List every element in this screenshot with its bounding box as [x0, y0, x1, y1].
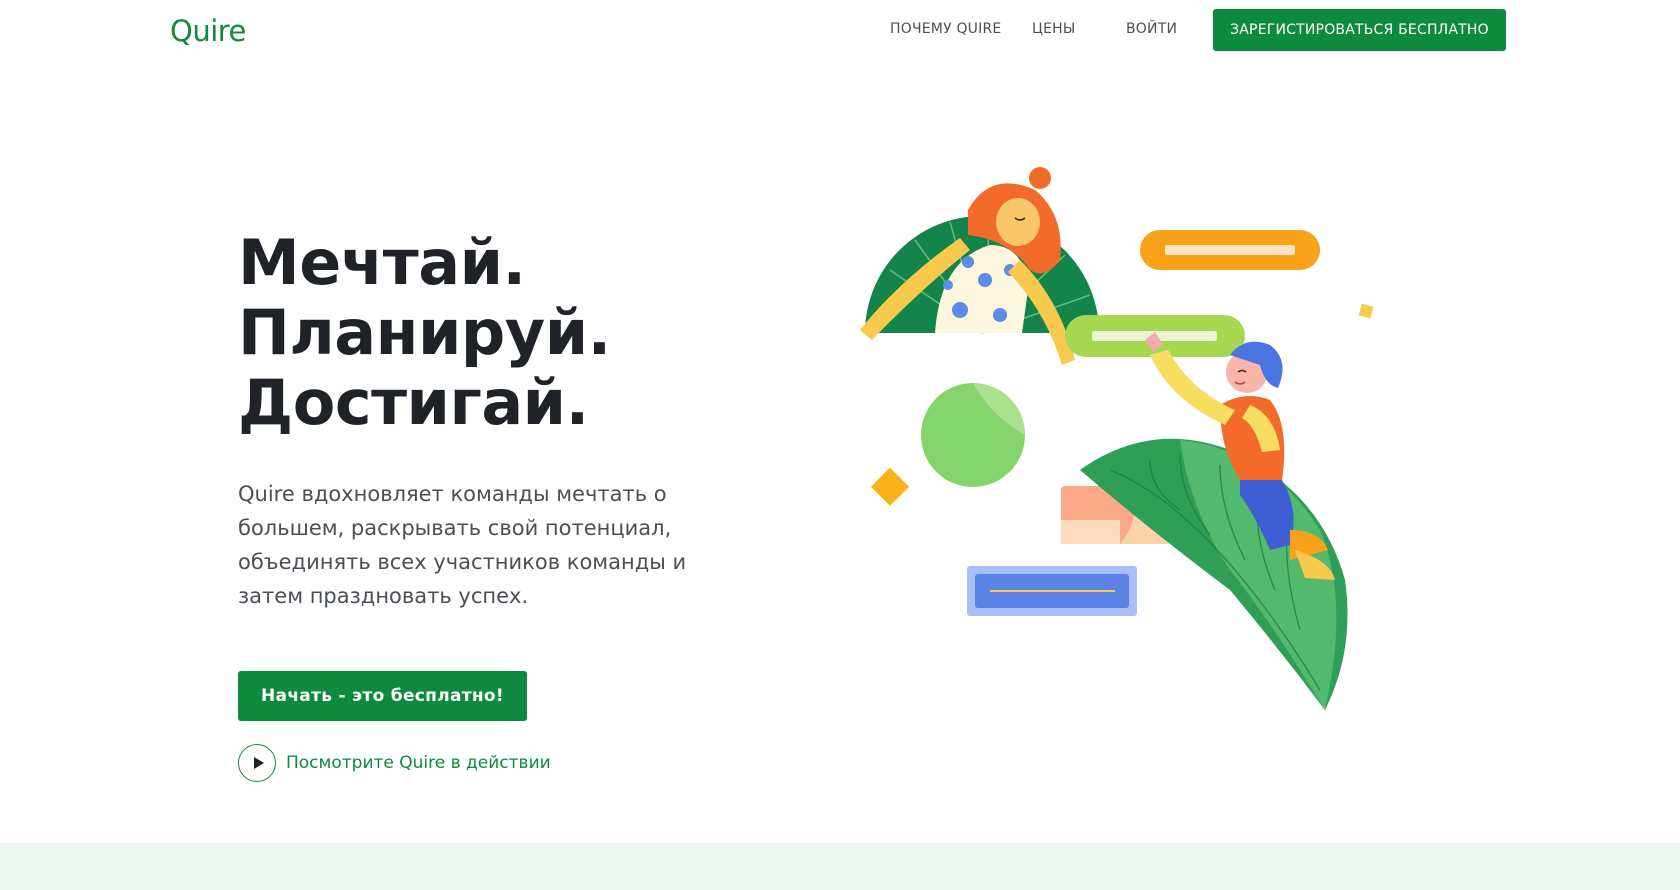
headline-line-achieve: Достигай. — [238, 366, 589, 439]
watch-video-label[interactable]: Посмотрите Quire в действии — [286, 753, 551, 773]
green-circle-shape — [921, 383, 1025, 487]
nav-link-why-quire[interactable]: ПОЧЕМУ QUIRE — [890, 21, 1001, 37]
headline-line-dream: Мечтай. — [238, 226, 526, 299]
play-icon[interactable] — [238, 744, 276, 782]
blue-task-bar — [967, 566, 1137, 616]
headline-line-plan: Планируй. — [238, 296, 611, 369]
hero-headline: Мечтай. Планируй. Достигай. — [238, 228, 798, 438]
watch-video-link[interactable]: Посмотрите Quire в действии — [238, 744, 551, 782]
site-header: Quire ПОЧЕМУ QUIRE ЦЕНЫ ВОЙТИ ЗАРЕГИСТИР… — [0, 0, 1680, 64]
yellow-diamond-shape — [870, 467, 910, 506]
hero-illustration — [860, 167, 1374, 710]
orange-task-bar — [1140, 230, 1320, 270]
signup-button[interactable]: ЗАРЕГИСТИРОВАТЬСЯ БЕСПЛАТНО — [1213, 9, 1506, 51]
start-free-button[interactable]: Начать - это бесплатно! — [238, 671, 527, 721]
yellow-square-shape — [1358, 303, 1374, 319]
quire-logo[interactable]: Quire — [170, 14, 246, 48]
hero-description: Quire вдохновляет команды мечтать о боль… — [238, 482, 687, 608]
dome-with-girl-illustration — [860, 167, 1099, 365]
nav-link-login[interactable]: ВОЙТИ — [1126, 21, 1177, 37]
nav-link-pricing[interactable]: ЦЕНЫ — [1032, 21, 1075, 37]
footer-band — [0, 843, 1680, 890]
